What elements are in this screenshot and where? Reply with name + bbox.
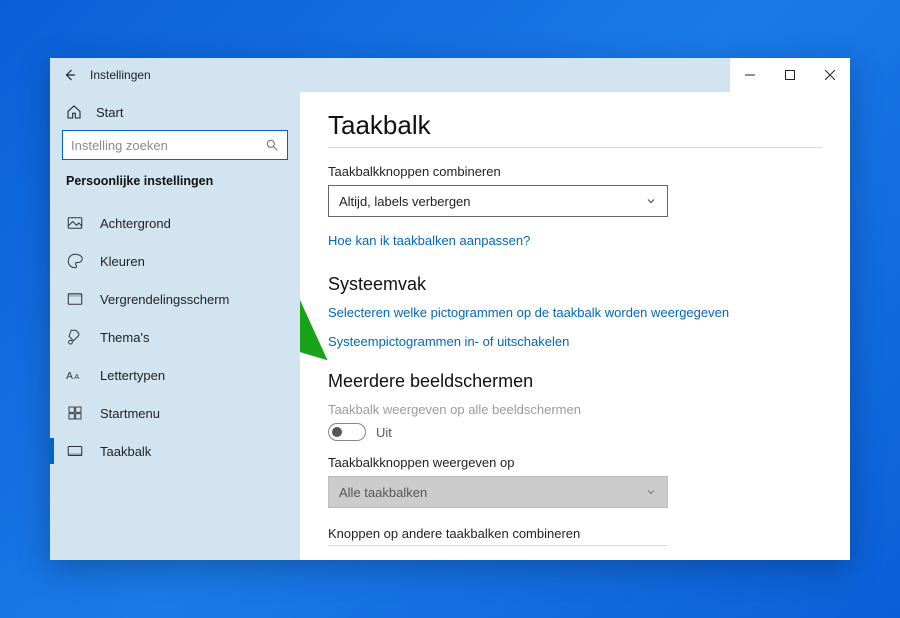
minimize-icon — [745, 70, 755, 80]
sidebar-item-fonts[interactable]: AA Lettertypen — [50, 356, 300, 394]
sidebar-item-label: Kleuren — [100, 254, 145, 269]
taskbar-icon — [66, 442, 84, 460]
combine-label: Taakbalkknoppen combineren — [328, 164, 822, 179]
title-divider — [328, 147, 822, 148]
page-title: Taakbalk — [328, 110, 822, 141]
fonts-icon: AA — [66, 366, 84, 384]
tray-heading: Systeemvak — [328, 274, 822, 295]
settings-window: Instellingen Start — [50, 58, 850, 560]
sidebar-item-startmenu[interactable]: Startmenu — [50, 394, 300, 432]
window-controls — [730, 58, 850, 92]
sidebar-item-background[interactable]: Achtergrond — [50, 204, 300, 242]
multi-toggle-row: Uit — [328, 423, 822, 441]
search-input[interactable] — [71, 138, 265, 153]
sidebar-nav: Achtergrond Kleuren Vergrendelingsscherm… — [50, 204, 300, 470]
multi-toggle[interactable] — [328, 423, 366, 441]
home-label: Start — [96, 105, 123, 120]
sidebar-item-lockscreen[interactable]: Vergrendelingsscherm — [50, 280, 300, 318]
lockscreen-icon — [66, 290, 84, 308]
tray-system-icons-link[interactable]: Systeempictogrammen in- of uitschakelen — [328, 334, 822, 349]
svg-text:A: A — [66, 370, 73, 382]
maximize-icon — [785, 70, 795, 80]
multi-toggle-label: Taakbalk weergeven op alle beeldschermen — [328, 402, 822, 417]
content-area: Start Persoonlijke instellingen Achtergr… — [50, 92, 850, 560]
sidebar: Start Persoonlijke instellingen Achtergr… — [50, 92, 300, 560]
back-arrow-icon — [63, 68, 77, 82]
chevron-down-icon — [645, 195, 657, 207]
titlebar: Instellingen — [50, 58, 850, 92]
minimize-button[interactable] — [730, 58, 770, 92]
tray-select-icons-link[interactable]: Selecteren welke pictogrammen op de taak… — [328, 305, 822, 320]
sidebar-item-taskbar[interactable]: Taakbalk — [50, 432, 300, 470]
help-link[interactable]: Hoe kan ik taakbalken aanpassen? — [328, 233, 530, 248]
sidebar-item-themes[interactable]: Thema's — [50, 318, 300, 356]
multi-combine-other-label: Knoppen op andere taakbalken combineren — [328, 526, 668, 546]
sidebar-item-label: Vergrendelingsscherm — [100, 292, 229, 307]
svg-text:A: A — [74, 372, 79, 381]
combine-select[interactable]: Altijd, labels verbergen — [328, 185, 668, 217]
sidebar-item-label: Thema's — [100, 330, 149, 345]
back-button[interactable] — [50, 58, 90, 92]
themes-icon — [66, 328, 84, 346]
multi-show-on-value: Alle taakbalken — [339, 485, 427, 500]
home-button[interactable]: Start — [50, 98, 300, 130]
home-icon — [66, 104, 82, 120]
multi-heading: Meerdere beeldschermen — [328, 371, 822, 392]
start-icon — [66, 404, 84, 422]
sidebar-item-colors[interactable]: Kleuren — [50, 242, 300, 280]
sidebar-item-label: Lettertypen — [100, 368, 165, 383]
toggle-knob — [332, 427, 342, 437]
close-button[interactable] — [810, 58, 850, 92]
combine-select-value: Altijd, labels verbergen — [339, 194, 471, 209]
picture-icon — [66, 214, 84, 232]
sidebar-item-label: Taakbalk — [100, 444, 151, 459]
main-panel: Taakbalk Taakbalkknoppen combineren Alti… — [300, 92, 850, 560]
search-box[interactable] — [62, 130, 288, 160]
sidebar-item-label: Startmenu — [100, 406, 160, 421]
window-title: Instellingen — [90, 68, 151, 82]
palette-icon — [66, 252, 84, 270]
close-icon — [825, 70, 835, 80]
maximize-button[interactable] — [770, 58, 810, 92]
sidebar-section-label: Persoonlijke instellingen — [50, 174, 300, 198]
search-icon — [265, 138, 279, 152]
multi-show-on-select: Alle taakbalken — [328, 476, 668, 508]
chevron-down-icon — [645, 486, 657, 498]
sidebar-item-label: Achtergrond — [100, 216, 171, 231]
multi-show-on-label: Taakbalkknoppen weergeven op — [328, 455, 822, 470]
multi-toggle-state: Uit — [376, 425, 392, 440]
